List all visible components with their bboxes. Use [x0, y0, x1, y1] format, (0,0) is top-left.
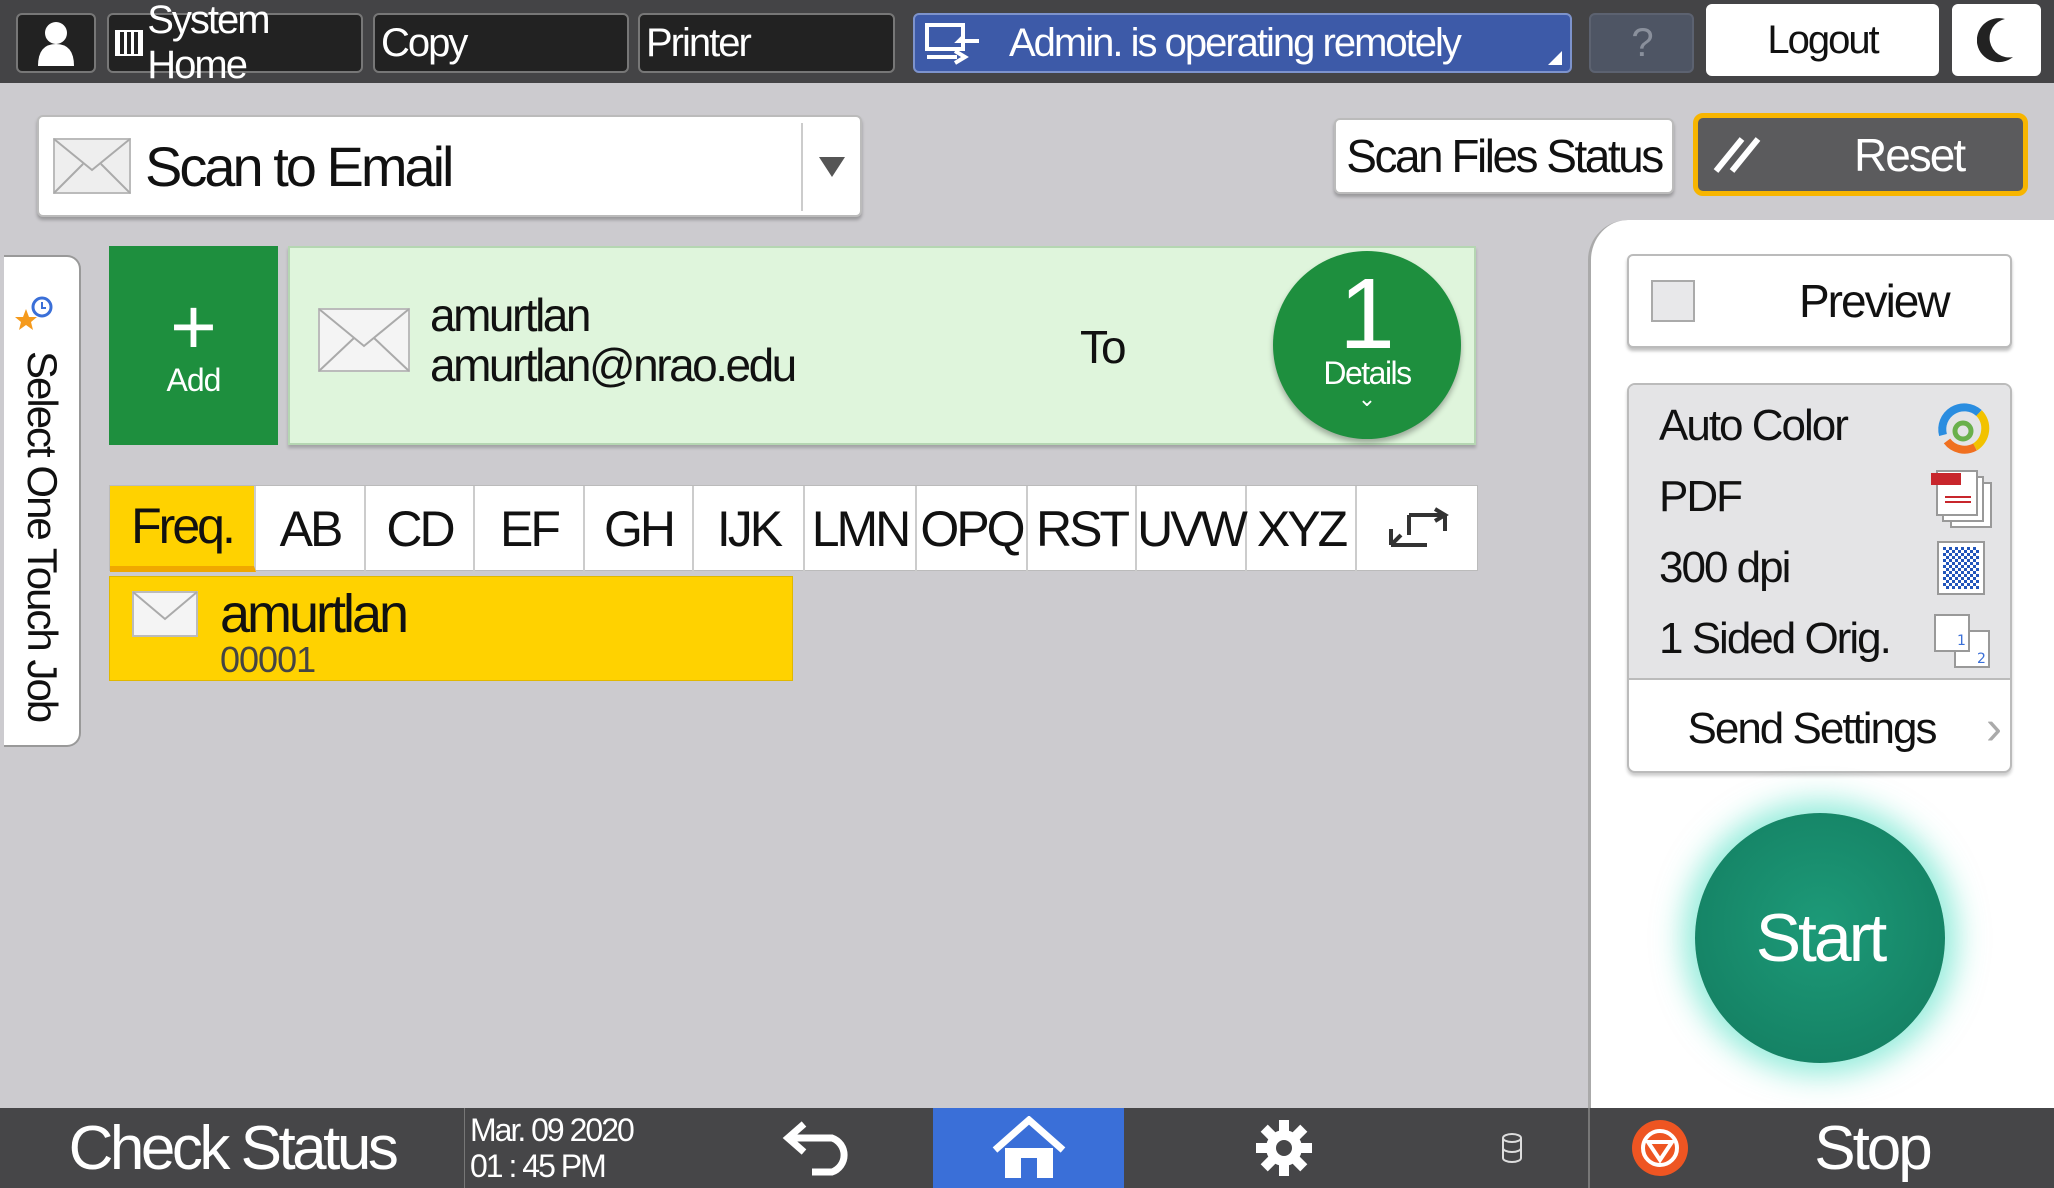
svg-text:2: 2 [1977, 651, 1986, 667]
svg-text:1: 1 [1957, 633, 1966, 649]
pdf-file-icon [1931, 470, 1992, 528]
system-home-button[interactable]: System Home [107, 0, 363, 87]
help-icon: ? [1631, 20, 1653, 65]
color-mode: Auto Color [1659, 401, 1849, 450]
back-button[interactable] [707, 1108, 933, 1188]
stop-icon [1632, 1120, 1688, 1176]
tab-xyz[interactable]: XYZ [1247, 486, 1357, 572]
tab-uvw[interactable]: UVW [1137, 486, 1248, 572]
gear-icon [1256, 1120, 1312, 1176]
copy-button[interactable]: Copy [373, 13, 629, 73]
bottom-bar: Check Status Mar. 09 2020 01 : 45 PM Sto… [0, 1108, 2054, 1188]
envelope-icon [318, 308, 410, 372]
one-sided-original-icon: 12 [1934, 614, 1990, 668]
printer-button[interactable]: Printer [638, 13, 895, 73]
scan-settings-summary[interactable]: Auto Color PDF 300 dpi 1 Sided Orig. 12 … [1627, 383, 2012, 773]
add-label: Add [166, 362, 222, 398]
user-button[interactable] [16, 13, 96, 73]
auto-color-icon [1938, 403, 1990, 454]
chevron-down-icon: ⌄ [1357, 386, 1377, 411]
plus-icon: + [170, 282, 217, 371]
resolution: 300 dpi [1659, 543, 1791, 592]
energy-saver-button[interactable] [1952, 4, 2041, 76]
tab-ef[interactable]: EF [475, 486, 585, 572]
remote-status-text: Admin. is operating remotely [1009, 20, 1462, 65]
send-settings-button[interactable]: Send Settings › [1629, 682, 2010, 771]
system-home-label: System Home [147, 0, 270, 87]
tab-opq[interactable]: OPQ [917, 486, 1028, 572]
printer-label: Printer [646, 20, 752, 65]
favorite-history-icon [15, 296, 53, 330]
select-one-touch-job-tab[interactable]: Select One Touch Job [4, 255, 81, 747]
index-tabs: Freq. AB CD EF GH IJK LMN OPQ RST UVW XY… [109, 485, 1478, 572]
date-time: Mar. 09 2020 01 : 45 PM [470, 1108, 690, 1188]
tab-ab[interactable]: AB [256, 486, 366, 572]
logout-button[interactable]: Logout [1706, 4, 1939, 76]
envelope-icon [53, 138, 131, 194]
reset-icon [1713, 136, 1761, 173]
check-status-label: Check Status [68, 1113, 399, 1183]
address-number: 00001 [220, 639, 316, 680]
original-sides: 1 Sided Orig. [1659, 614, 1892, 663]
side-tab-label: Select One Touch Job [19, 351, 66, 722]
scan-files-status-button[interactable]: Scan Files Status [1334, 118, 1674, 194]
home-button[interactable] [933, 1108, 1124, 1188]
preview-checkbox[interactable] [1651, 280, 1695, 322]
reset-label: Reset [1854, 128, 1966, 181]
tab-gh[interactable]: GH [585, 486, 694, 572]
user-icon [38, 22, 74, 66]
file-format: PDF [1659, 472, 1743, 521]
function-name: Scan to Email [145, 134, 454, 198]
chevron-right-icon: › [1986, 702, 2002, 755]
details-button[interactable]: 1 Details ⌄ [1273, 251, 1461, 439]
back-arrow-icon [782, 1121, 848, 1176]
date-text: Mar. 09 2020 [470, 1112, 635, 1148]
home-icon [992, 1116, 1065, 1178]
resolution-icon [1937, 541, 1985, 595]
settings-button[interactable] [1124, 1108, 1444, 1188]
destination-count: 1 [1339, 258, 1395, 370]
stop-button[interactable]: Stop [1590, 1108, 2054, 1188]
start-label: Start [1755, 900, 1888, 976]
copy-label: Copy [381, 20, 468, 65]
tab-lmn[interactable]: LMN [805, 486, 917, 572]
destination-name: amurtlan [430, 289, 591, 341]
stop-label: Stop [1814, 1113, 1933, 1183]
tab-freq[interactable]: Freq. [110, 486, 256, 572]
corner-indicator-icon [1548, 51, 1562, 65]
tab-rst[interactable]: RST [1028, 486, 1137, 572]
divider [801, 123, 803, 211]
switch-title-button[interactable] [1357, 486, 1478, 572]
tab-ijk[interactable]: IJK [694, 486, 805, 572]
send-settings-label: Send Settings [1687, 703, 1938, 753]
check-status-button[interactable]: Check Status [0, 1108, 465, 1188]
remote-screen-icon [925, 23, 979, 65]
start-button[interactable]: Start [1695, 813, 1945, 1063]
add-destination-button[interactable]: + Add [109, 246, 278, 445]
switch-arrows-icon [1388, 507, 1449, 547]
moon-icon [1976, 18, 2013, 63]
envelope-icon [132, 591, 198, 637]
remote-operation-status[interactable]: Admin. is operating remotely [913, 13, 1572, 73]
reset-button[interactable]: Reset [1693, 113, 2028, 196]
destination-email: amurtlan@nrao.edu [430, 339, 797, 391]
chevron-down-icon[interactable] [819, 157, 845, 177]
top-bar: System Home Copy Printer Admin. is opera… [0, 0, 2054, 87]
preview-label: Preview [1799, 275, 1951, 327]
logout-label: Logout [1767, 17, 1879, 62]
destination-entry[interactable]: amurtlan amurtlan@nrao.edu To 1 Details … [288, 246, 1476, 445]
address-name: amurtlan [220, 584, 409, 644]
scan-files-status-label: Scan Files Status [1346, 130, 1664, 182]
destination-type: To [1080, 321, 1127, 373]
tab-cd[interactable]: CD [366, 486, 475, 572]
help-button[interactable]: ? [1589, 13, 1694, 73]
function-select[interactable]: Scan to Email [37, 115, 862, 217]
address-entry[interactable]: amurtlan 00001 [109, 576, 793, 681]
preview-toggle[interactable]: Preview [1627, 254, 2012, 348]
keypad-icon [115, 30, 144, 56]
data-indicator-icon [1494, 1108, 1530, 1188]
time-text: 01 : 45 PM [470, 1148, 607, 1184]
